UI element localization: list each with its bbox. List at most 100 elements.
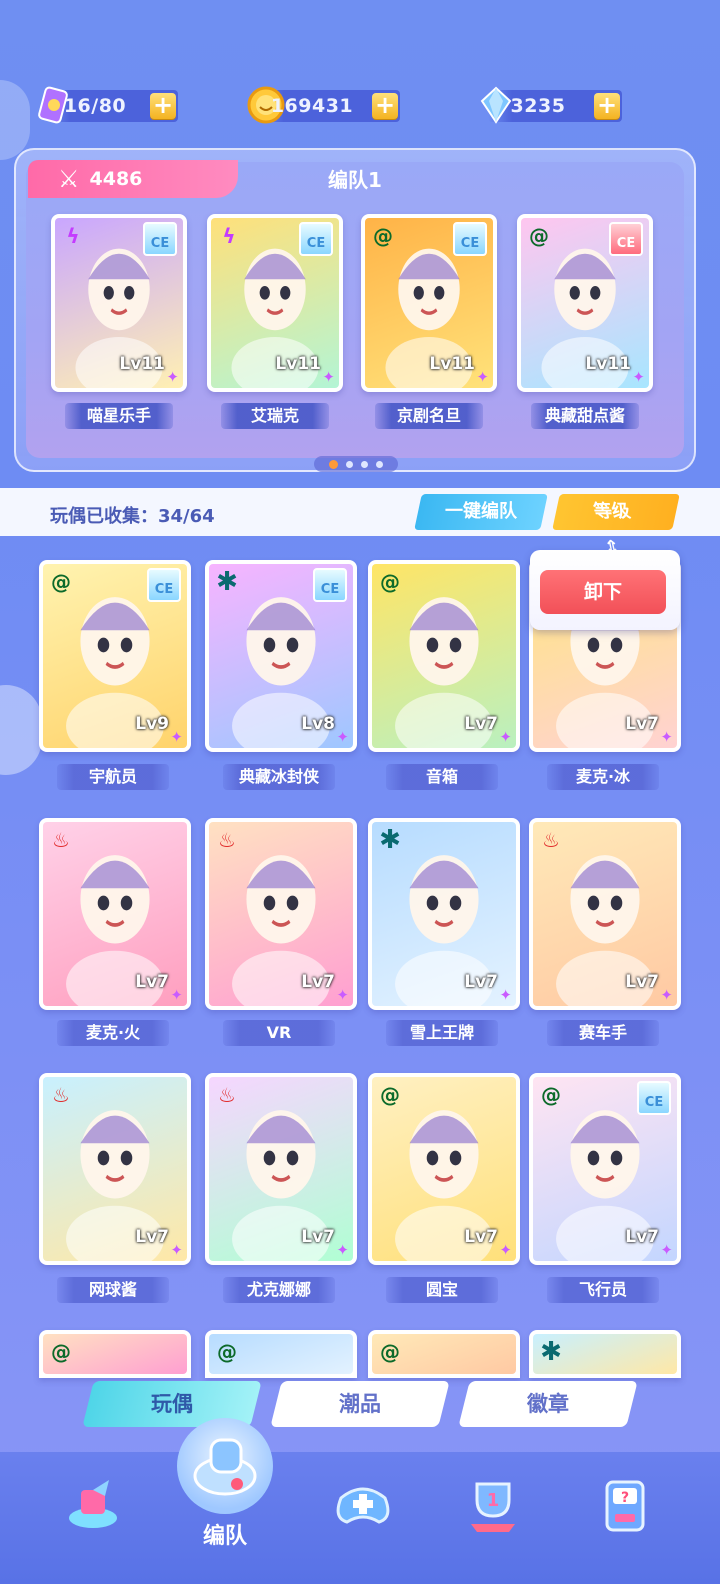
tab-badges[interactable]: 徽章 [458,1381,638,1427]
lightning-element-icon: ϟ [222,224,236,248]
doll-portrait: @ CE Lv9 ✦ [43,564,187,748]
doll-name-plate: 京剧名旦 [375,403,483,429]
page-dot[interactable] [361,460,368,468]
add-gem-button[interactable]: + [594,93,620,119]
fire-element-icon: ♨ [52,1083,70,1107]
collection-count: 玩偶已收集：34/64 [50,506,215,527]
doll-name-plate: 喵星乐手 [65,403,173,429]
doll-card[interactable]: ϟ CE Lv11 ✦ [207,214,343,392]
doll-level: Lv7 [625,1227,659,1247]
doll-portrait: @ CE Lv11 ✦ [365,218,493,388]
doll-card[interactable]: ✱ Lv7 ✦ [368,818,520,1010]
tab-trend-items-label: 潮品 [339,1392,381,1416]
doll-card[interactable]: ♨ Lv7 ✦ [205,818,357,1010]
doll-card[interactable]: @ Lv7 ✦ [368,560,520,752]
star-element-icon: ✱ [379,825,401,855]
sparkle-icon: ✦ [660,728,673,746]
doll-name-plate: 雪上王牌 [386,1020,498,1046]
doll-card[interactable]: @ CE Lv11 ✦ [517,214,653,392]
ticket-counter: 16/80 + [38,86,178,124]
doll-name-plate: 麦克·冰 [547,764,659,790]
nav-team-button[interactable]: 编队 [170,1418,280,1584]
page-dot-active[interactable] [329,459,338,469]
add-coin-button[interactable]: + [372,93,398,119]
ticket-value: 16/80 [63,95,127,117]
spiral-element-icon: @ [380,570,400,594]
doll-name-plate: 艾瑞克 [221,403,329,429]
doll-card-partial[interactable]: @ [205,1330,357,1378]
ce-badge: CE [637,1081,671,1115]
ce-badge: CE [609,222,643,256]
doll-card-partial[interactable]: ✱ [529,1330,681,1378]
doll-card-partial[interactable]: @ [39,1330,191,1378]
spiral-element-icon: @ [217,1340,237,1364]
lightning-element-icon: ϟ [66,224,80,248]
team-title: 编队1 [328,168,382,192]
ce-badge: CE [453,222,487,256]
page-dot[interactable] [376,460,383,468]
side-floating-button[interactable] [0,685,42,775]
doll-name-plate: 麦克·火 [57,1020,169,1046]
bottom-nav: 1 ? [0,1452,720,1584]
fire-element-icon: ♨ [218,1083,236,1107]
crossed-swords-icon: ⚔ [58,165,80,193]
page-indicator [314,456,398,472]
sparkle-icon: ✦ [170,1241,183,1259]
doll-portrait: ♨ Lv7 ✦ [209,1077,353,1261]
doll-card[interactable]: ♨ Lv7 ✦ [39,1073,191,1265]
spiral-element-icon: @ [51,570,71,594]
doll-card[interactable]: ♨ Lv7 ✦ [205,1073,357,1265]
star-element-icon: ✱ [216,567,238,597]
sparkle-icon: ✦ [170,728,183,746]
sparkle-icon: ✦ [499,728,512,746]
sparkle-icon: ✦ [170,986,183,1004]
doll-name-plate: 典藏冰封侠 [223,764,335,790]
nav-game-button[interactable] [318,1470,408,1560]
gem-value: 3235 [510,95,566,117]
doll-name-plate: 飞行员 [547,1277,659,1303]
doll-card[interactable]: ✱ CE Lv8 ✦ [205,560,357,752]
doll-card-partial[interactable]: @ [368,1330,520,1378]
doll-level: Lv11 [119,354,165,374]
doll-portrait: @ [43,1334,187,1374]
ce-badge: CE [147,568,181,602]
doll-name-plate: 宇航员 [57,764,169,790]
doll-card[interactable]: @ Lv7 ✦ [368,1073,520,1265]
doll-name-plate: 音箱 [386,764,498,790]
gem-counter: 3235 + [480,86,622,124]
one-key-team-button[interactable]: 一键编队 [414,494,548,530]
sparkle-icon: ✦ [336,728,349,746]
coin-counter: 169431 + [247,86,400,124]
doll-level: Lv7 [464,1227,498,1247]
page-dot[interactable] [346,460,353,468]
sparkle-icon: ✦ [476,368,489,386]
team-power-value: 4486 [89,168,143,190]
doll-name-plate: 典藏甜点酱 [531,403,639,429]
doll-level: Lv7 [625,714,659,734]
sparkle-icon: ✦ [499,986,512,1004]
doll-card[interactable]: ♨ Lv7 ✦ [39,818,191,1010]
ce-badge: CE [299,222,333,256]
sparkle-icon: ✦ [336,1241,349,1259]
doll-card[interactable]: ϟ CE Lv11 ✦ [51,214,187,392]
doll-level: Lv11 [585,354,631,374]
spiral-element-icon: @ [380,1083,400,1107]
currency-bar: 16/80 + 169431 + 3235 + [0,84,720,128]
sort-level-button[interactable]: 等级 ⇕ [552,494,680,558]
doll-level: Lv7 [135,972,169,992]
add-ticket-button[interactable]: + [150,93,176,119]
doll-portrait: @ CE Lv7 ✦ [533,1077,677,1261]
unload-button[interactable]: 卸下 [540,570,666,614]
doll-card[interactable]: @ CE Lv9 ✦ [39,560,191,752]
doll-name-plate: 网球酱 [57,1277,169,1303]
doll-card[interactable]: @ CE Lv11 ✦ [361,214,497,392]
nav-trophy-button[interactable]: 1 [448,1470,538,1560]
tab-trend-items[interactable]: 潮品 [270,1381,450,1427]
nav-gift-button[interactable] [48,1470,138,1560]
doll-card[interactable]: ♨ Lv7 ✦ [529,818,681,1010]
doll-portrait: ✱ Lv7 ✦ [372,822,516,1006]
doll-card[interactable]: @ CE Lv7 ✦ [529,1073,681,1265]
team-power-tag: ⚔ 4486 [28,160,238,198]
spiral-element-icon: @ [373,224,393,248]
nav-mystery-button[interactable]: ? [580,1470,670,1560]
